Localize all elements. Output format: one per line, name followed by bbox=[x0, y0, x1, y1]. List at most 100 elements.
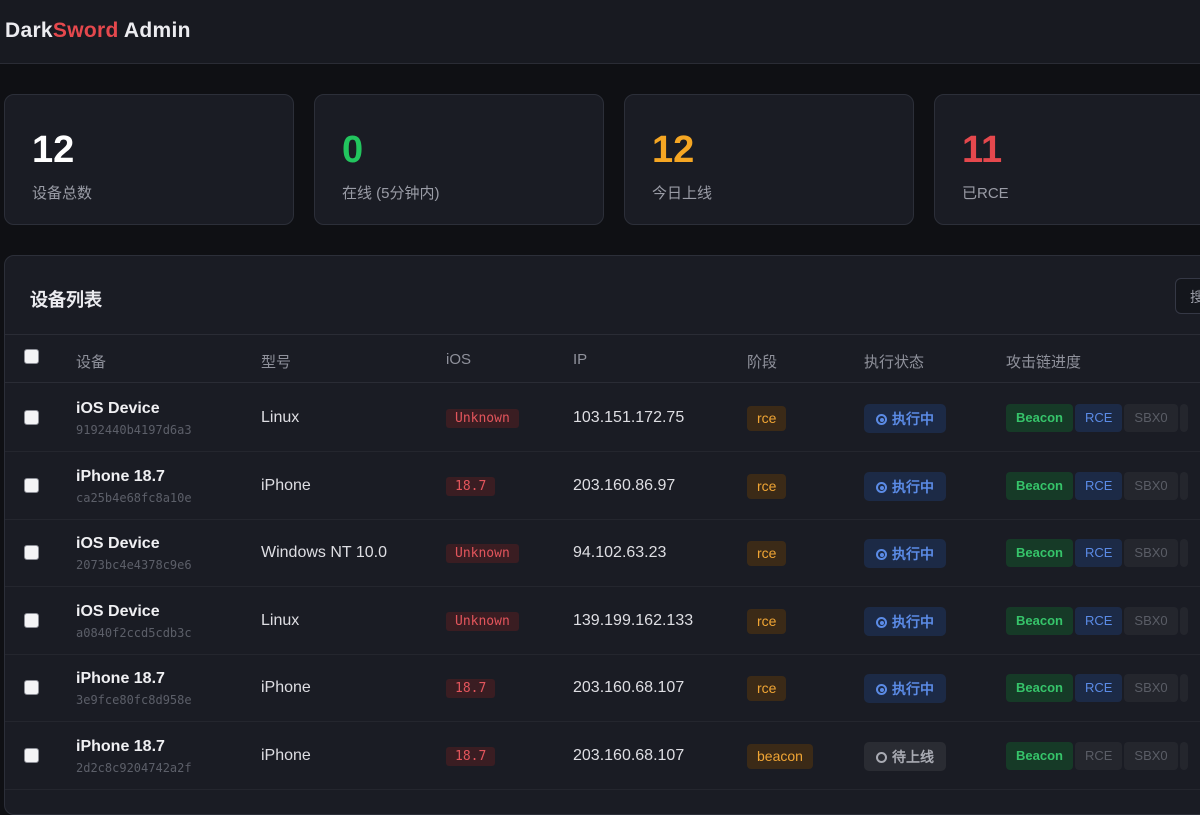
chain-step-rce: RCE bbox=[1074, 404, 1123, 432]
table-row[interactable]: iPhone 18.7 3e9fce80fc8d958e iPhone 18.7… bbox=[5, 654, 1200, 722]
stat-value: 11 bbox=[962, 129, 1003, 171]
chain-step-beacon: Beacon bbox=[1006, 472, 1073, 500]
chain-step-beacon: Beacon bbox=[1006, 742, 1073, 770]
chain-step-rce: RCE bbox=[1074, 607, 1123, 635]
table-row[interactable]: iPhone 18.7 2d2c8c9204742a2f iPhone 18.7… bbox=[5, 722, 1200, 790]
chain-step-rce: RCE bbox=[1074, 742, 1123, 770]
stat-value: 12 bbox=[652, 129, 695, 171]
device-ip: 139.199.162.133 bbox=[573, 612, 694, 629]
ios-version-badge: Unknown bbox=[446, 409, 519, 428]
device-model: iPhone bbox=[261, 747, 311, 764]
radio-on-icon bbox=[876, 414, 887, 425]
chain-step-next bbox=[1179, 539, 1188, 567]
stat-card-online: 0 在线 (5分钟内) bbox=[314, 94, 604, 225]
stage-badge: rce bbox=[747, 609, 787, 634]
device-id: 9192440b4197d6a3 bbox=[76, 423, 192, 437]
device-ip: 103.151.172.75 bbox=[573, 409, 685, 426]
chain-step-sbx0: SBX0 bbox=[1124, 539, 1178, 567]
stat-label: 已RCE bbox=[962, 185, 1009, 202]
chain-progress: Beacon RCE SBX0 bbox=[1006, 404, 1190, 432]
panel-title: 设备列表 bbox=[30, 290, 102, 310]
device-name: iPhone 18.7 bbox=[76, 670, 165, 687]
device-ip: 94.102.63.23 bbox=[573, 544, 667, 561]
brand-part-dark: Dark bbox=[5, 19, 53, 42]
chain-step-sbx0: SBX0 bbox=[1124, 674, 1178, 702]
header-ip[interactable]: IP bbox=[573, 351, 587, 368]
radio-on-icon bbox=[876, 482, 887, 493]
table-row[interactable]: iOS Device a0840f2ccd5cdb3c Linux Unknow… bbox=[5, 587, 1200, 655]
chain-step-next bbox=[1179, 472, 1188, 500]
row-checkbox[interactable] bbox=[24, 613, 39, 628]
stat-label: 设备总数 bbox=[32, 185, 93, 202]
select-all-checkbox[interactable] bbox=[24, 349, 39, 364]
stage-badge: beacon bbox=[747, 744, 813, 769]
row-checkbox[interactable] bbox=[24, 748, 39, 763]
exec-status-text: 执行中 bbox=[892, 546, 934, 562]
exec-status-text: 执行中 bbox=[892, 479, 934, 495]
device-model: Linux bbox=[261, 409, 300, 426]
ios-version-badge: Unknown bbox=[446, 612, 519, 631]
chain-step-next bbox=[1179, 607, 1188, 635]
stat-value: 0 bbox=[342, 129, 364, 171]
chain-progress: Beacon RCE SBX0 bbox=[1006, 472, 1190, 500]
table-header: 设备 型号 iOS IP 阶段 执行状态 攻击链进度 bbox=[5, 335, 1200, 383]
device-id: 3e9fce80fc8d958e bbox=[76, 693, 192, 707]
row-checkbox[interactable] bbox=[24, 410, 39, 425]
brand-part-admin: Admin bbox=[118, 19, 191, 42]
device-name: iOS Device bbox=[76, 400, 160, 417]
exec-status-badge: 执行中 bbox=[864, 607, 946, 636]
device-model: iPhone bbox=[261, 477, 311, 494]
app-logo-title[interactable]: DarkSword Admin bbox=[5, 19, 191, 43]
header-exec-status[interactable]: 执行状态 bbox=[864, 351, 924, 372]
header-ios[interactable]: iOS bbox=[446, 351, 471, 368]
header-model[interactable]: 型号 bbox=[261, 351, 291, 372]
chain-step-beacon: Beacon bbox=[1006, 674, 1073, 702]
device-model: Linux bbox=[261, 612, 300, 629]
chain-progress: Beacon RCE SBX0 bbox=[1006, 742, 1190, 770]
chain-step-next bbox=[1179, 742, 1188, 770]
exec-status-badge: 执行中 bbox=[864, 539, 946, 568]
ios-version-badge: 18.7 bbox=[446, 747, 496, 766]
row-checkbox[interactable] bbox=[24, 478, 39, 493]
chain-step-next bbox=[1179, 404, 1188, 432]
device-name: iPhone 18.7 bbox=[76, 738, 165, 755]
header-stage[interactable]: 阶段 bbox=[747, 351, 777, 372]
chain-step-rce: RCE bbox=[1074, 472, 1123, 500]
exec-status-badge: 执行中 bbox=[864, 472, 946, 501]
chain-progress: Beacon RCE SBX0 bbox=[1006, 674, 1190, 702]
header-device[interactable]: 设备 bbox=[76, 351, 106, 372]
stage-badge: rce bbox=[747, 541, 787, 566]
chain-step-sbx0: SBX0 bbox=[1124, 404, 1178, 432]
row-checkbox[interactable] bbox=[24, 680, 39, 695]
table-row[interactable]: iOS Device 9192440b4197d6a3 Linux Unknow… bbox=[5, 384, 1200, 452]
exec-status-badge: 待上线 bbox=[864, 742, 946, 771]
device-list-panel: 设备列表 搜 设备 型号 iOS IP 阶段 执行状态 攻击链进度 iOS De… bbox=[4, 255, 1200, 815]
stage-badge: rce bbox=[747, 676, 787, 701]
table-row[interactable]: iPhone 18.7 ca25b4e68fc8a10e iPhone 18.7… bbox=[5, 452, 1200, 520]
device-id: ca25b4e68fc8a10e bbox=[76, 491, 192, 505]
radio-on-icon bbox=[876, 684, 887, 695]
table-row[interactable]: iOS Device 2073bc4e4378c9e6 Windows NT 1… bbox=[5, 519, 1200, 587]
radio-on-icon bbox=[876, 549, 887, 560]
stat-label: 在线 (5分钟内) bbox=[342, 185, 440, 202]
top-bar: DarkSword Admin bbox=[0, 0, 1200, 64]
chain-progress: Beacon RCE SBX0 bbox=[1006, 607, 1190, 635]
brand-part-sword: Sword bbox=[52, 19, 119, 42]
device-name: iPhone 18.7 bbox=[76, 468, 165, 485]
stage-badge: rce bbox=[747, 406, 787, 431]
stat-card-today-online: 12 今日上线 bbox=[624, 94, 914, 225]
exec-status-badge: 执行中 bbox=[864, 404, 946, 433]
device-model: iPhone bbox=[261, 679, 311, 696]
header-chain-progress[interactable]: 攻击链进度 bbox=[1006, 351, 1081, 372]
chain-step-next bbox=[1179, 674, 1188, 702]
row-checkbox[interactable] bbox=[24, 545, 39, 560]
ios-version-badge: 18.7 bbox=[446, 679, 496, 698]
exec-status-text: 执行中 bbox=[892, 614, 934, 630]
device-ip: 203.160.86.97 bbox=[573, 477, 676, 494]
device-ip: 203.160.68.107 bbox=[573, 679, 685, 696]
device-id: 2073bc4e4378c9e6 bbox=[76, 558, 192, 572]
exec-status-text: 执行中 bbox=[892, 681, 934, 697]
search-button[interactable]: 搜 bbox=[1175, 278, 1200, 314]
stat-card-total-devices: 12 设备总数 bbox=[4, 94, 294, 225]
radio-off-icon bbox=[876, 752, 887, 763]
